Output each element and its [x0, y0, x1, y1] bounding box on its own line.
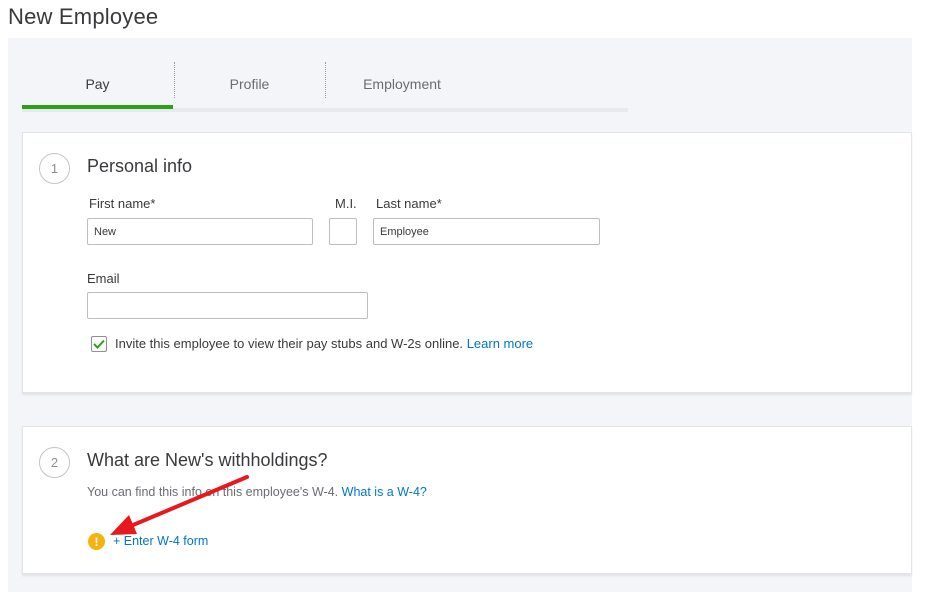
first-name-label: First name*: [89, 196, 156, 211]
middle-initial-label: M.I.: [335, 196, 357, 211]
tab-pay-label: Pay: [85, 76, 110, 92]
email-input[interactable]: [87, 292, 368, 319]
tab-pay[interactable]: Pay: [22, 60, 173, 108]
invite-checkbox[interactable]: [91, 336, 107, 352]
last-name-input[interactable]: [373, 218, 600, 245]
step-number-circle: 2: [39, 447, 70, 478]
what-is-w4-link[interactable]: What is a W-4?: [342, 485, 427, 499]
exclamation-icon: !: [88, 533, 105, 550]
tab-profile-label: Profile: [229, 76, 270, 92]
tab-employment[interactable]: Employment: [325, 60, 479, 108]
right-scroll-area: [912, 38, 926, 592]
step-number-circle: 1: [39, 153, 70, 184]
invite-label: Invite this employee to view their pay s…: [115, 336, 533, 351]
section-title: What are New's withholdings?: [87, 450, 328, 470]
tab-profile[interactable]: Profile: [174, 60, 325, 108]
tab-active-indicator: [22, 105, 173, 109]
middle-initial-input[interactable]: [329, 218, 357, 245]
tab-bar: Pay Profile Employment: [22, 60, 628, 112]
email-label: Email: [87, 271, 120, 286]
checkmark-icon: [93, 339, 105, 349]
red-arrow-annotation: [110, 475, 249, 535]
personal-info-card: 1 Personal info First name* M.I. Last na…: [22, 132, 912, 393]
learn-more-link[interactable]: Learn more: [467, 336, 533, 351]
section-title: Personal info: [87, 156, 193, 176]
last-name-label: Last name*: [376, 196, 442, 211]
invite-text: Invite this employee to view their pay s…: [115, 336, 464, 351]
first-name-input[interactable]: [87, 218, 313, 245]
page-title: New Employee: [8, 4, 159, 29]
tab-employment-label: Employment: [363, 76, 441, 92]
